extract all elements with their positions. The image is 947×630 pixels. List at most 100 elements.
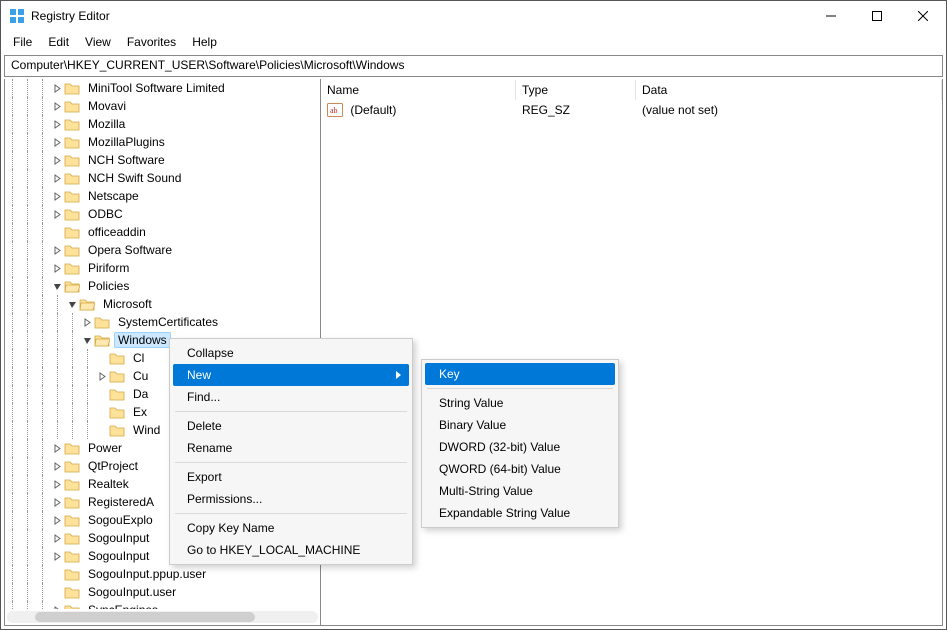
ctx-goto-hklm[interactable]: Go to HKEY_LOCAL_MACHINE [173,539,409,561]
tree-item[interactable]: MozillaPlugins [5,133,320,151]
chevron-right-icon[interactable] [95,367,109,385]
chevron-right-icon[interactable] [50,187,64,205]
expander-spacer [95,403,109,421]
expander-spacer [50,223,64,241]
minimize-button[interactable] [808,1,854,31]
chevron-down-icon[interactable] [50,277,64,295]
tree-item[interactable]: SogouInput.ppup.user [5,565,320,583]
tree-item-label: Ex [129,404,151,420]
tree-item-label: Power [84,440,126,456]
col-header-name[interactable]: Name [321,80,516,100]
tree-item-label: ODBC [84,206,127,222]
col-header-data[interactable]: Data [636,80,942,100]
ctx-new-key[interactable]: Key [425,363,615,385]
submenu-arrow-icon [396,371,401,379]
tree-item[interactable]: Microsoft [5,295,320,313]
chevron-right-icon[interactable] [50,151,64,169]
tree-item[interactable]: SogouInput.user [5,583,320,601]
chevron-right-icon[interactable] [50,511,64,529]
menu-view[interactable]: View [77,33,119,51]
folder-open-icon [79,297,95,311]
menu-separator [427,388,613,389]
tree-item-label: Realtek [84,476,133,492]
tree-item-label: SogouInput.user [84,584,180,600]
folder-icon [64,243,80,257]
tree-item[interactable]: SystemCertificates [5,313,320,331]
ctx-copy-key-name[interactable]: Copy Key Name [173,517,409,539]
value-row[interactable]: ab (Default) REG_SZ (value not set) [321,101,942,119]
menu-favorites[interactable]: Favorites [119,33,184,51]
menu-edit[interactable]: Edit [40,33,77,51]
folder-icon [64,189,80,203]
menu-separator [175,411,407,412]
tree-item[interactable]: Netscape [5,187,320,205]
folder-icon [64,207,80,221]
ctx-collapse[interactable]: Collapse [173,342,409,364]
chevron-right-icon[interactable] [50,529,64,547]
menu-help[interactable]: Help [184,33,225,51]
tree-item[interactable]: Mozilla [5,115,320,133]
menu-file[interactable]: File [5,33,40,51]
tree-item[interactable]: MiniTool Software Limited [5,79,320,97]
ctx-new-qword[interactable]: QWORD (64-bit) Value [425,458,615,480]
values-pane: Name Type Data ab (Default) REG_SZ (valu… [321,79,942,625]
chevron-right-icon[interactable] [50,457,64,475]
tree-item-label: SystemCertificates [114,314,222,330]
folder-open-icon [94,333,110,347]
tree-item[interactable]: officeaddin [5,223,320,241]
tree-item[interactable]: Piriform [5,259,320,277]
tree-item-label: Piriform [84,260,133,276]
address-bar[interactable]: Computer\HKEY_CURRENT_USER\Software\Poli… [4,55,943,77]
scrollbar-thumb[interactable] [35,612,255,622]
tree-item[interactable]: Movavi [5,97,320,115]
tree-item[interactable]: Policies [5,277,320,295]
chevron-right-icon[interactable] [50,115,64,133]
folder-icon [109,351,125,365]
tree-item[interactable]: SyncEngines [5,601,320,609]
chevron-right-icon[interactable] [50,601,64,609]
tree-item-label: Cu [129,368,152,384]
tree-item-label: SogouExplo [84,512,157,528]
chevron-right-icon[interactable] [50,475,64,493]
chevron-right-icon[interactable] [50,259,64,277]
chevron-right-icon[interactable] [80,313,94,331]
value-type: REG_SZ [516,102,636,118]
chevron-right-icon[interactable] [50,79,64,97]
tree-item[interactable]: ODBC [5,205,320,223]
chevron-right-icon[interactable] [50,241,64,259]
maximize-button[interactable] [854,1,900,31]
tree-item-label: MozillaPlugins [84,134,169,150]
chevron-right-icon[interactable] [50,97,64,115]
chevron-right-icon[interactable] [50,205,64,223]
ctx-new-dword[interactable]: DWORD (32-bit) Value [425,436,615,458]
tree-item-label: Wind [129,422,164,438]
chevron-right-icon[interactable] [50,547,64,565]
ctx-rename[interactable]: Rename [173,437,409,459]
tree-item[interactable]: Opera Software [5,241,320,259]
tree-horizontal-scrollbar[interactable] [7,611,318,623]
folder-icon [64,117,80,131]
ctx-permissions[interactable]: Permissions... [173,488,409,510]
ctx-find[interactable]: Find... [173,386,409,408]
tree-item-label: Microsoft [99,296,156,312]
chevron-down-icon[interactable] [65,295,79,313]
ctx-export[interactable]: Export [173,466,409,488]
tree-item-label: QtProject [84,458,142,474]
chevron-right-icon[interactable] [50,169,64,187]
chevron-right-icon[interactable] [50,493,64,511]
ctx-delete[interactable]: Delete [173,415,409,437]
chevron-down-icon[interactable] [80,331,94,349]
folder-icon [109,405,125,419]
tree-item[interactable]: NCH Software [5,151,320,169]
folder-icon [64,153,80,167]
col-header-type[interactable]: Type [516,80,636,100]
ctx-new-binary[interactable]: Binary Value [425,414,615,436]
ctx-new-multistring[interactable]: Multi-String Value [425,480,615,502]
chevron-right-icon[interactable] [50,439,64,457]
ctx-new[interactable]: New [173,364,409,386]
close-button[interactable] [900,1,946,31]
ctx-new-string[interactable]: String Value [425,392,615,414]
chevron-right-icon[interactable] [50,133,64,151]
ctx-new-expstring[interactable]: Expandable String Value [425,502,615,524]
tree-item[interactable]: NCH Swift Sound [5,169,320,187]
